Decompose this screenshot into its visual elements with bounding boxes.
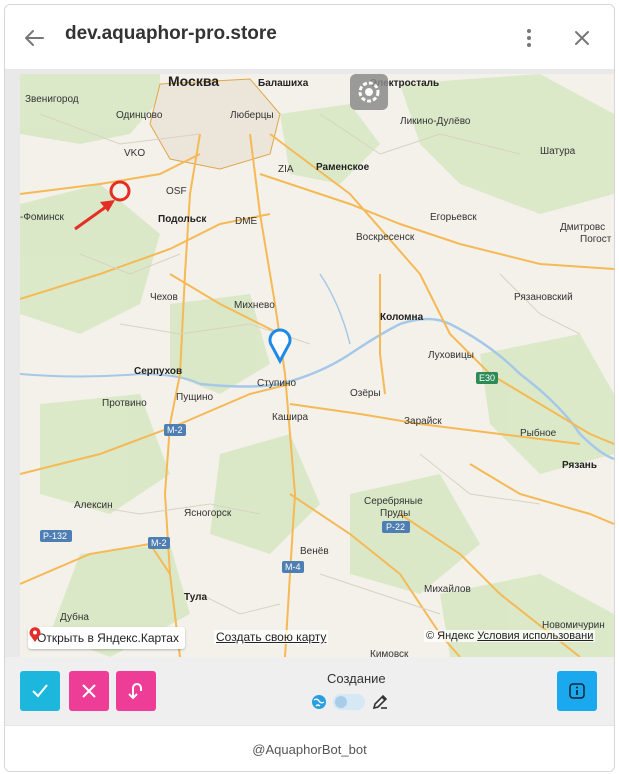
- arrow-left-icon[interactable]: [23, 27, 45, 49]
- city-label: Раменское: [316, 162, 370, 173]
- road-shield: P-22: [386, 522, 405, 532]
- info-button[interactable]: [557, 671, 597, 711]
- globe-icon: [312, 695, 326, 709]
- city-label: Пущино: [176, 392, 214, 403]
- city-label: Луховицы: [428, 350, 474, 361]
- city-label: Озёры: [350, 388, 381, 399]
- city-label: Егорьевск: [430, 212, 477, 223]
- confirm-button[interactable]: [20, 671, 60, 711]
- mode-toggle[interactable]: [333, 694, 365, 710]
- undo-button[interactable]: [116, 671, 156, 711]
- road-shield: M-2: [167, 425, 183, 435]
- city-label: Дмитровс: [560, 222, 605, 233]
- bot-name: @AquaphorBot_bot: [252, 742, 367, 757]
- map-pin-icon: [29, 627, 41, 642]
- map-copyright: © Яндекс Условия использовани: [424, 630, 596, 642]
- city-label: Рязань: [562, 460, 597, 471]
- city-label: Михайлов: [424, 584, 471, 595]
- footer: @AquaphorBot_bot: [5, 725, 614, 771]
- city-label: Звенигород: [25, 94, 79, 105]
- mode-label: Создание: [327, 671, 386, 686]
- city-label: Тула: [184, 592, 208, 603]
- city-label: Михнево: [234, 300, 275, 311]
- airport-label: VKO: [124, 148, 145, 159]
- city-label: Алексин: [74, 500, 113, 511]
- road-shield: M-2: [151, 538, 167, 548]
- undo-arrow-icon: [128, 683, 142, 700]
- gear-icon[interactable]: [350, 74, 388, 110]
- open-in-yandex-label: Открыть в Яндекс.Картах: [37, 631, 179, 645]
- city-label: Погост: [580, 234, 612, 245]
- city-label-moscow: Москва: [168, 74, 219, 89]
- dialog-window: dev.aquaphor-pro.store Москва Балашиха Э…: [4, 4, 615, 772]
- road-shield: M-4: [285, 562, 301, 572]
- terms-link[interactable]: Условия использовани: [477, 630, 593, 642]
- city-label: Рыбное: [520, 427, 557, 439]
- city-label: Ступино: [257, 378, 296, 389]
- info-icon: [569, 683, 585, 699]
- city-label: Дубна: [60, 611, 89, 623]
- city-label: Одинцово: [116, 110, 163, 121]
- airport-label: OSF: [166, 186, 187, 197]
- city-label: Рязановский: [514, 292, 573, 303]
- close-icon[interactable]: [571, 27, 593, 49]
- pencil-icon[interactable]: [371, 693, 389, 711]
- checkmark-icon: [32, 684, 48, 698]
- city-label: Пруды: [380, 508, 410, 519]
- city-label: -Фоминск: [20, 212, 64, 223]
- cancel-button[interactable]: [69, 671, 109, 711]
- city-label: Протвино: [102, 398, 147, 409]
- city-label: Воскресенск: [356, 232, 415, 243]
- map-canvas[interactable]: Москва Балашиха Электросталь Звенигород …: [20, 74, 614, 657]
- action-toolbar: Создание: [5, 657, 614, 725]
- road-shield: P-132: [43, 531, 67, 541]
- airport-label: DME: [235, 216, 258, 227]
- city-label: Коломна: [380, 312, 424, 323]
- create-map-link[interactable]: Создать свою карту: [214, 630, 329, 644]
- city-label: Люберцы: [230, 109, 274, 121]
- city-label: Ликино-Дулёво: [400, 116, 471, 127]
- city-label: Чехов: [150, 292, 178, 303]
- header: dev.aquaphor-pro.store: [5, 5, 614, 69]
- mode-switch-row: [311, 693, 389, 711]
- map[interactable]: Москва Балашиха Электросталь Звенигород …: [20, 74, 614, 657]
- city-label: Балашиха: [258, 78, 309, 89]
- city-label: Шатура: [540, 146, 576, 157]
- copyright-text: © Яндекс: [426, 630, 475, 642]
- road-shield: E30: [479, 373, 495, 383]
- city-label: Кимовск: [370, 649, 409, 657]
- city-label: Кашира: [272, 412, 309, 423]
- city-label: Подольск: [158, 214, 207, 225]
- city-label: Серебряные: [364, 495, 423, 507]
- city-label: Венёв: [300, 546, 329, 557]
- open-in-yandex-link[interactable]: Открыть в Яндекс.Картах: [28, 627, 185, 649]
- page-title: dev.aquaphor-pro.store: [65, 23, 277, 44]
- city-label: Серпухов: [134, 366, 182, 377]
- airport-label: ZIA: [278, 164, 294, 175]
- kebab-menu-icon[interactable]: [519, 27, 539, 49]
- city-label: Ясногорск: [184, 508, 232, 519]
- city-label: Зарайск: [404, 416, 442, 427]
- map-container: Москва Балашиха Электросталь Звенигород …: [5, 69, 614, 657]
- close-x-icon: [82, 684, 96, 698]
